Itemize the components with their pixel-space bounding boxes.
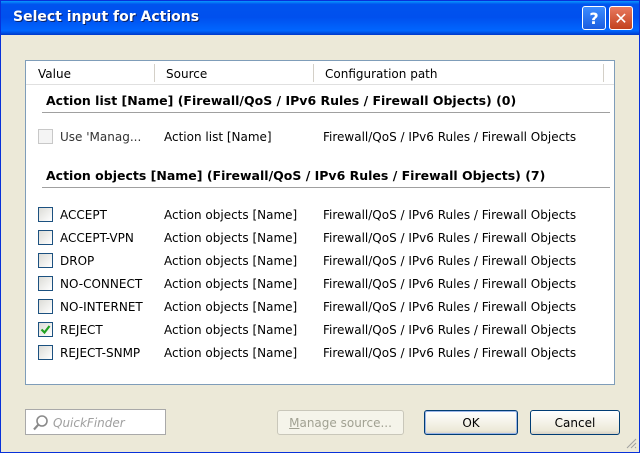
list-header: Value Source Configuration path	[26, 61, 614, 85]
group-header-action-objects: Action objects [Name] (Firewall/QoS / IP…	[46, 168, 546, 183]
row-path: Firewall/QoS / IPv6 Rules / Firewall Obj…	[323, 346, 577, 360]
manage-source-button[interactable]: Manage source...	[277, 410, 404, 435]
row-value: REJECT-SNMP	[60, 346, 141, 360]
row-value: ACCEPT	[60, 208, 107, 222]
row-path: Firewall/QoS / IPv6 Rules / Firewall Obj…	[323, 323, 577, 337]
close-icon: ✕	[614, 8, 628, 28]
checkbox[interactable]	[38, 129, 53, 144]
row-source: Action objects [Name]	[164, 346, 298, 360]
row-source: Action objects [Name]	[164, 208, 298, 222]
cancel-label: Cancel	[554, 415, 596, 430]
row-value: Use 'Manag...	[60, 130, 142, 144]
search-icon	[33, 415, 48, 431]
ok-button[interactable]: OK	[424, 410, 518, 435]
checkmark-icon	[40, 325, 51, 335]
help-button[interactable]: ?	[582, 6, 606, 30]
column-divider[interactable]	[154, 64, 155, 82]
resize-grip-icon[interactable]	[625, 437, 637, 449]
group-divider	[42, 112, 610, 113]
ok-label: OK	[462, 415, 480, 430]
list-item[interactable]: NO-INTERNET Action objects [Name] Firewa…	[26, 296, 614, 318]
list-item[interactable]: ACCEPT Action objects [Name] Firewall/Qo…	[26, 204, 614, 226]
checkbox[interactable]	[38, 230, 53, 245]
checkbox[interactable]	[38, 276, 53, 291]
checkbox[interactable]	[38, 345, 53, 360]
checkbox[interactable]	[38, 207, 53, 222]
list-item[interactable]: Use 'Manag... Action list [Name] Firewal…	[26, 126, 614, 148]
list-item[interactable]: REJECT-SNMP Action objects [Name] Firewa…	[26, 342, 614, 364]
row-value: ACCEPT-VPN	[60, 231, 134, 245]
checkbox[interactable]	[38, 253, 53, 268]
row-path: Firewall/QoS / IPv6 Rules / Firewall Obj…	[323, 130, 577, 144]
column-header-source[interactable]: Source	[166, 67, 207, 81]
input-list[interactable]: Value Source Configuration path Action l…	[25, 60, 615, 385]
checkbox[interactable]	[38, 322, 53, 337]
row-value: NO-INTERNET	[60, 300, 143, 314]
row-path: Firewall/QoS / IPv6 Rules / Firewall Obj…	[323, 277, 577, 291]
quickfinder-placeholder: QuickFinder	[53, 416, 125, 430]
dialog-window: Select input for Actions ? ✕ Value Sourc…	[0, 0, 640, 453]
column-divider[interactable]	[603, 64, 604, 82]
row-source: Action objects [Name]	[164, 277, 298, 291]
quickfinder-input[interactable]: QuickFinder	[25, 409, 166, 435]
row-path: Firewall/QoS / IPv6 Rules / Firewall Obj…	[323, 254, 577, 268]
checkbox[interactable]	[38, 299, 53, 314]
manage-source-mnemonic: M	[289, 415, 300, 430]
column-header-value[interactable]: Value	[38, 67, 71, 81]
row-source: Action objects [Name]	[164, 323, 298, 337]
title-bar[interactable]: Select input for Actions ? ✕	[1, 1, 639, 35]
column-divider[interactable]	[313, 64, 314, 82]
list-item[interactable]: NO-CONNECT Action objects [Name] Firewal…	[26, 273, 614, 295]
close-button[interactable]: ✕	[609, 6, 633, 30]
row-path: Firewall/QoS / IPv6 Rules / Firewall Obj…	[323, 231, 577, 245]
row-value: DROP	[60, 254, 95, 268]
help-icon: ?	[589, 8, 599, 28]
row-source: Action objects [Name]	[164, 300, 298, 314]
group-header-action-list: Action list [Name] (Firewall/QoS / IPv6 …	[46, 93, 517, 108]
row-path: Firewall/QoS / IPv6 Rules / Firewall Obj…	[323, 300, 577, 314]
row-source: Action list [Name]	[164, 130, 272, 144]
list-item[interactable]: DROP Action objects [Name] Firewall/QoS …	[26, 250, 614, 272]
row-value: NO-CONNECT	[60, 277, 143, 291]
dialog-title: Select input for Actions	[13, 9, 200, 25]
column-header-path[interactable]: Configuration path	[325, 67, 437, 81]
row-path: Firewall/QoS / IPv6 Rules / Firewall Obj…	[323, 208, 577, 222]
row-source: Action objects [Name]	[164, 254, 298, 268]
list-item[interactable]: ACCEPT-VPN Action objects [Name] Firewal…	[26, 227, 614, 249]
row-source: Action objects [Name]	[164, 231, 298, 245]
group-divider	[42, 187, 610, 188]
row-value: REJECT	[60, 323, 103, 337]
manage-source-label: anage source...	[299, 415, 392, 430]
cancel-button[interactable]: Cancel	[530, 410, 620, 435]
list-item[interactable]: REJECT Action objects [Name] Firewall/Qo…	[26, 319, 614, 341]
